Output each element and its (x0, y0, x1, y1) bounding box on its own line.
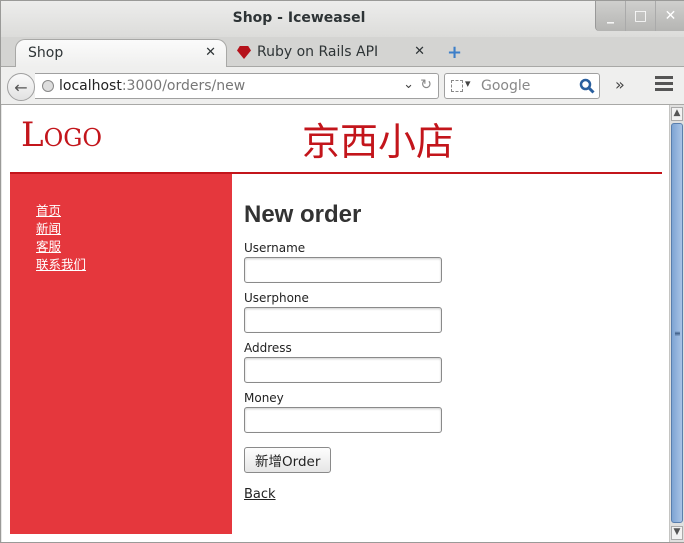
browser-window: Shop - Iceweasel _ □ ✕ Shop ✕ Ruby on Ra… (0, 0, 684, 543)
page-title: New order (244, 201, 362, 228)
reload-icon[interactable]: ↻ (420, 77, 432, 93)
globe-icon (42, 80, 54, 92)
scrollbar-grip-icon: ≡ (674, 329, 681, 338)
userphone-field-group: Userphone (244, 291, 442, 333)
sidebar-nav: 首页 新闻 客服 联系我们 (36, 202, 86, 274)
tab-shop[interactable]: Shop ✕ (15, 39, 227, 67)
ruby-icon (237, 46, 251, 59)
sidebar-item-home[interactable]: 首页 (36, 202, 86, 220)
tab-strip: Shop ✕ Ruby on Rails API ✕ + (1, 37, 684, 67)
chevron-down-icon[interactable]: ▾ (465, 77, 471, 90)
close-window-icon[interactable]: ✕ (655, 1, 684, 31)
close-tab-icon[interactable]: ✕ (414, 44, 425, 59)
address-field-group: Address (244, 341, 442, 383)
money-input[interactable] (244, 407, 442, 433)
url-path: :3000/orders/new (121, 78, 246, 94)
address-input[interactable] (244, 357, 442, 383)
sidebar-item-contact[interactable]: 联系我们 (36, 256, 86, 274)
sidebar: 首页 新闻 客服 联系我们 (10, 174, 232, 534)
new-tab-plus-icon[interactable]: + (447, 42, 462, 63)
search-placeholder: Google (481, 78, 531, 94)
shop-name: 京西小店 (302, 120, 455, 164)
scrollbar-thumb[interactable] (671, 123, 683, 523)
search-bar[interactable]: ▾ Google (444, 73, 600, 99)
money-label: Money (244, 391, 284, 405)
tab-label: Shop (28, 45, 64, 61)
order-form: New order Username Userphone Address Mon… (244, 201, 442, 502)
tab-label: Ruby on Rails API (257, 44, 379, 60)
userphone-input[interactable] (244, 307, 442, 333)
sidebar-item-news[interactable]: 新闻 (36, 220, 86, 238)
logo[interactable]: Logo (21, 115, 102, 155)
username-label: Username (244, 241, 306, 255)
url-text[interactable]: localhost:3000/orders/new (59, 78, 245, 94)
search-engine-icon[interactable] (451, 80, 463, 92)
title-bar: Shop - Iceweasel _ □ ✕ (1, 1, 684, 37)
url-host: localhost (59, 78, 122, 94)
close-tab-icon[interactable]: ✕ (205, 45, 216, 60)
menu-icon[interactable] (655, 76, 673, 92)
username-input[interactable] (244, 257, 442, 283)
maximize-icon[interactable]: □ (625, 1, 655, 31)
scroll-up-icon[interactable]: ▲ (671, 107, 683, 121)
userphone-label: Userphone (244, 291, 309, 305)
scroll-down-icon[interactable]: ▼ (671, 526, 683, 540)
url-bar[interactable]: localhost:3000/orders/new ⌄ ↻ (35, 73, 439, 99)
window-controls: _ □ ✕ (595, 1, 684, 31)
chevron-down-icon[interactable]: ⌄ (403, 77, 414, 92)
navigation-bar: ← localhost:3000/orders/new ⌄ ↻ ▾ Google… (1, 67, 684, 105)
vertical-scrollbar[interactable]: ▲ ≡ ▼ (669, 105, 684, 542)
back-arrow-icon[interactable]: ← (7, 73, 35, 101)
minimize-icon[interactable]: _ (595, 1, 625, 31)
back-link[interactable]: Back (244, 487, 442, 502)
submit-button[interactable]: 新增Order (244, 447, 332, 473)
window-title: Shop - Iceweasel (232, 10, 366, 26)
page-content: Logo 京西小店 首页 新闻 客服 联系我们 New order Userna… (2, 105, 669, 542)
address-label: Address (244, 341, 292, 355)
sidebar-item-support[interactable]: 客服 (36, 238, 86, 256)
search-icon[interactable] (579, 78, 595, 94)
overflow-chevron-icon[interactable]: » (615, 75, 625, 94)
money-field-group: Money (244, 391, 442, 433)
username-field-group: Username (244, 241, 442, 283)
tab-rails-api[interactable]: Ruby on Rails API ✕ (229, 39, 435, 67)
